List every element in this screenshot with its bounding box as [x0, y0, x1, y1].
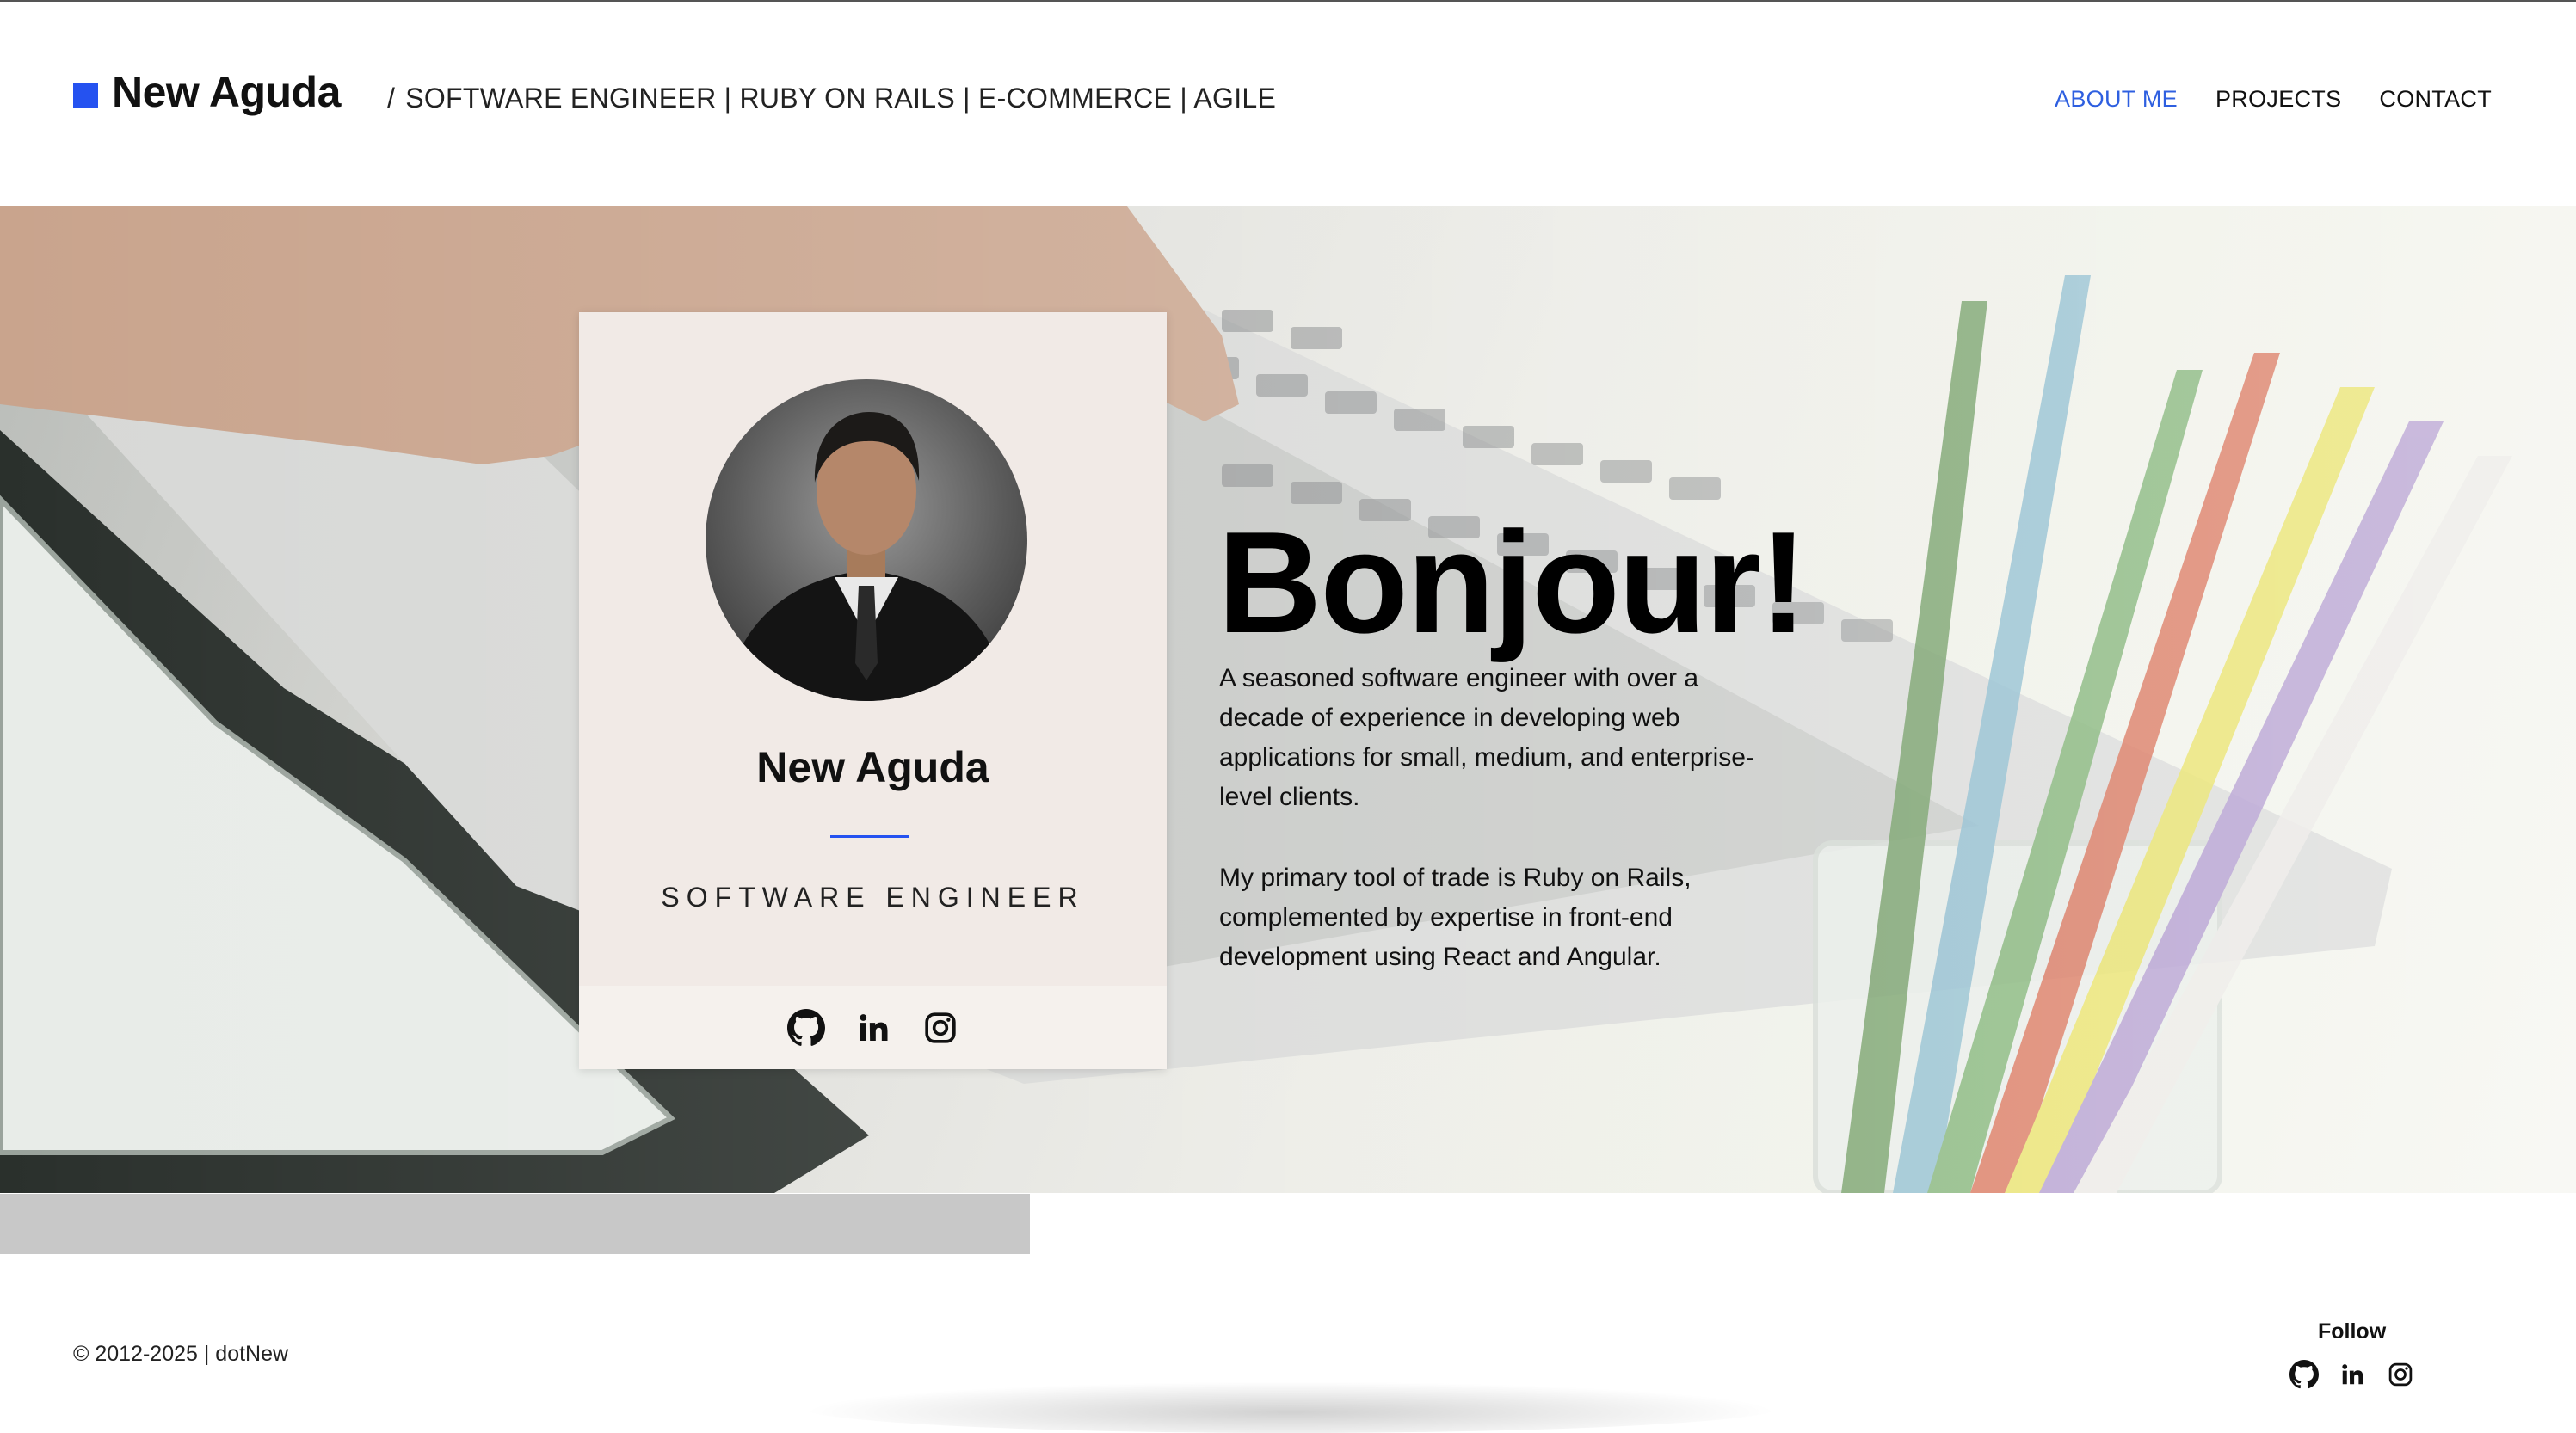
hero-bio-paragraph-2: My primary tool of trade is Ruby on Rail… [1219, 864, 1692, 971]
profile-name: New Aguda [756, 743, 989, 791]
github-icon[interactable] [2289, 1359, 2320, 1390]
profile-card: New Aguda SOFTWARE ENGINEER [579, 312, 1167, 1069]
nav-contact[interactable]: CONTACT [2379, 86, 2492, 113]
follow-label: Follow [2318, 1319, 2387, 1344]
brand-logo-square [73, 83, 98, 108]
hero-greeting: Bonjour! [1217, 501, 1808, 663]
site-header: New Aguda / SOFTWARE ENGINEER | RUBY ON R… [0, 2, 2576, 206]
footer-social-links [2289, 1359, 2416, 1390]
site-tagline: / SOFTWARE ENGINEER | RUBY ON RAILS | E-C… [387, 83, 1276, 114]
copyright-text: © 2012-2025 | dotNew [73, 1342, 289, 1366]
hero-bio-paragraph-1: A seasoned software engineer with over a… [1219, 664, 1754, 811]
profile-social-links [579, 986, 1167, 1069]
linkedin-icon[interactable] [2337, 1359, 2368, 1390]
instagram-icon[interactable] [2385, 1359, 2416, 1390]
portrait-image [723, 412, 1010, 701]
footer-shadow [800, 1381, 1781, 1433]
nav-about-me[interactable]: ABOUT ME [2055, 86, 2178, 113]
brand-name[interactable]: New Aguda [112, 67, 341, 117]
profile-divider [830, 835, 909, 838]
tagline-text: SOFTWARE ENGINEER | RUBY ON RAILS | E-CO… [405, 83, 1277, 114]
linkedin-icon[interactable] [854, 1008, 893, 1048]
main-nav: ABOUT ME PROJECTS CONTACT [2055, 86, 2492, 113]
tagline-slash: / [387, 83, 396, 114]
nav-projects[interactable]: PROJECTS [2215, 86, 2341, 113]
profile-avatar [706, 379, 1027, 701]
profile-role: SOFTWARE ENGINEER [661, 882, 1085, 913]
instagram-icon[interactable] [921, 1008, 960, 1048]
gray-band [0, 1194, 1030, 1254]
github-icon[interactable] [786, 1008, 826, 1048]
